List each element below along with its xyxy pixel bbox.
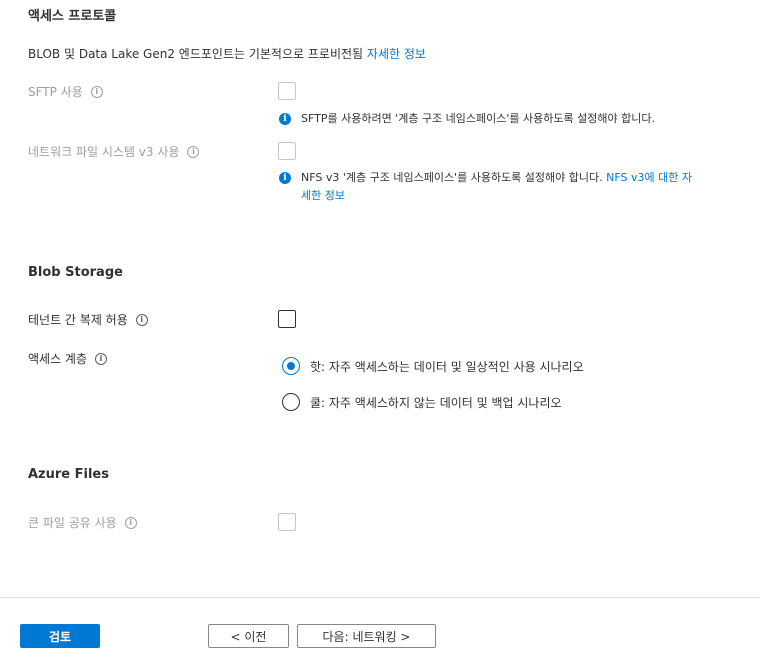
large-file-share-checkbox[interactable] [278, 513, 296, 531]
review-button[interactable]: 검토 [20, 624, 100, 648]
nfs-learn-more-link-continued[interactable]: 세한 정보 [301, 187, 692, 205]
access-tier-cool-option[interactable]: 쿨: 자주 액세스하지 않는 데이터 및 백업 시나리오 [282, 393, 562, 411]
nfs-note-line1: NFS v3 '계층 구조 네임스페이스'를 사용하도록 설정해야 합니다. [301, 171, 603, 184]
nfs-label-text: 네트워크 파일 시스템 v3 사용 [28, 145, 180, 159]
info-filled-icon: i [279, 172, 291, 184]
next-networking-button[interactable]: 다음: 네트워킹 > [297, 624, 436, 648]
nfs-checkbox[interactable] [278, 142, 296, 160]
nfs-learn-more-link[interactable]: NFS v3에 대한 자 [606, 171, 692, 184]
access-tier-hot-option[interactable]: 핫: 자주 액세스하는 데이터 및 일상적인 사용 시나리오 [282, 357, 584, 375]
info-icon[interactable]: i [95, 352, 108, 365]
sftp-note: i SFTP를 사용하려면 '계층 구조 네임스페이스'를 사용하도록 설정해야… [279, 110, 749, 128]
access-tier-label: 액세스 계층 i [28, 350, 108, 367]
nfs-note: i NFS v3 '계층 구조 네임스페이스'를 사용하도록 설정해야 합니다.… [279, 169, 749, 205]
previous-button[interactable]: < 이전 [208, 624, 289, 648]
info-icon[interactable]: i [124, 516, 137, 529]
footer-divider [0, 597, 760, 598]
cool-radio[interactable] [282, 393, 300, 411]
cool-radio-label: 쿨: 자주 액세스하지 않는 데이터 및 백업 시나리오 [310, 395, 562, 410]
hot-radio-label: 핫: 자주 액세스하는 데이터 및 일상적인 사용 시나리오 [310, 359, 584, 374]
cross-tenant-checkbox[interactable] [278, 310, 296, 328]
info-icon[interactable]: i [90, 85, 103, 98]
large-file-share-label-text: 큰 파일 공유 사용 [28, 516, 117, 530]
access-protocol-description: BLOB 및 Data Lake Gen2 엔드포인트는 기본적으로 프로비전됨… [28, 45, 426, 62]
info-filled-icon: i [279, 113, 291, 125]
blob-storage-heading: Blob Storage [28, 265, 123, 280]
hot-radio[interactable] [282, 357, 300, 375]
cross-tenant-label-text: 테넌트 간 복제 허용 [28, 313, 128, 327]
access-protocol-heading: 액세스 프로토콜 [28, 9, 117, 24]
info-icon[interactable]: i [135, 313, 148, 326]
sftp-label: SFTP 사용 i [28, 83, 103, 100]
access-tier-label-text: 액세스 계층 [28, 352, 88, 366]
access-protocol-description-text: BLOB 및 Data Lake Gen2 엔드포인트는 기본적으로 프로비전됨 [28, 47, 364, 61]
nfs-note-text: NFS v3 '계층 구조 네임스페이스'를 사용하도록 설정해야 합니다. N… [301, 169, 692, 205]
sftp-checkbox[interactable] [278, 82, 296, 100]
sftp-note-text: SFTP를 사용하려면 '계층 구조 네임스페이스'를 사용하도록 설정해야 합… [301, 112, 655, 125]
sftp-label-text: SFTP 사용 [28, 85, 83, 99]
nfs-label: 네트워크 파일 시스템 v3 사용 i [28, 143, 200, 160]
info-icon[interactable]: i [187, 145, 200, 158]
azure-files-heading: Azure Files [28, 467, 109, 482]
large-file-share-label: 큰 파일 공유 사용 i [28, 514, 137, 531]
learn-more-link[interactable]: 자세한 정보 [367, 47, 426, 61]
cross-tenant-label: 테넌트 간 복제 허용 i [28, 311, 148, 328]
